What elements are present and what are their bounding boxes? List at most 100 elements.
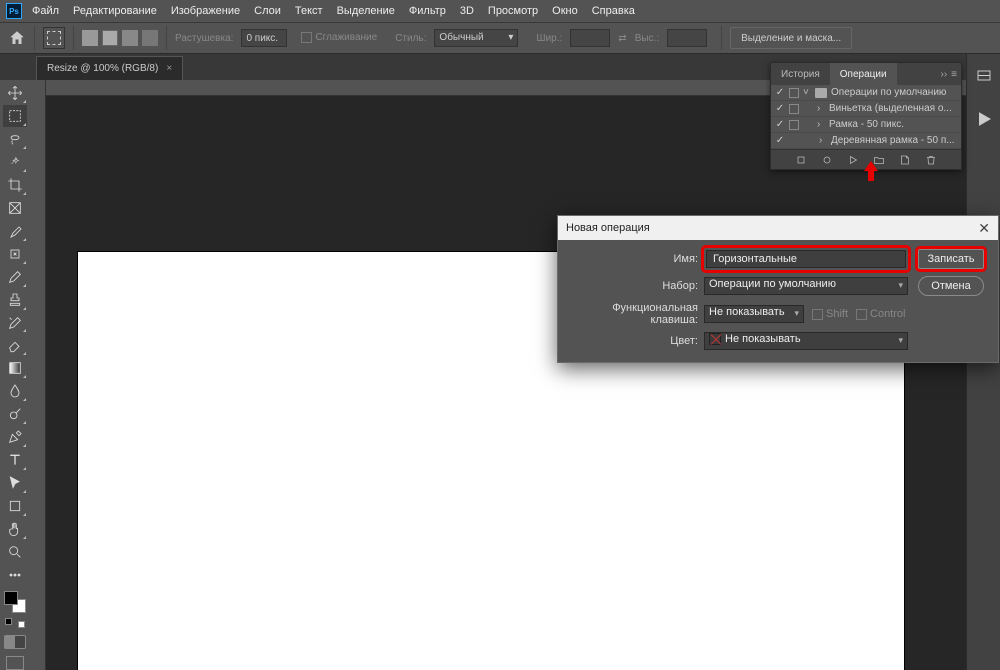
antialias-checkbox[interactable]: [301, 32, 312, 43]
panel-icon-1[interactable]: [975, 68, 993, 86]
tool-eraser[interactable]: [3, 334, 27, 356]
annotation-arrow: [864, 161, 878, 181]
new-action-icon[interactable]: [899, 154, 911, 166]
tool-brush[interactable]: [3, 266, 27, 288]
document-tab[interactable]: Resize @ 100% (RGB/8) ×: [36, 56, 183, 80]
tool-hand[interactable]: [3, 518, 27, 540]
action-row[interactable]: ✓ › Виньетка (выделенная о...: [771, 101, 961, 117]
menu-window[interactable]: Окно: [552, 5, 578, 17]
selection-mode-icons[interactable]: [82, 30, 158, 46]
tool-lasso[interactable]: [3, 128, 27, 150]
tool-stamp[interactable]: [3, 289, 27, 311]
no-color-icon: [709, 333, 721, 345]
style-select[interactable]: Обычный▾: [434, 29, 518, 47]
antialias-label: Сглаживание: [315, 33, 377, 44]
fnkey-select[interactable]: Не показывать: [704, 305, 804, 323]
tool-move[interactable]: [3, 82, 27, 104]
tool-preset[interactable]: [43, 27, 65, 49]
sel-new-icon[interactable]: [82, 30, 98, 46]
tool-shape[interactable]: [3, 495, 27, 517]
tool-type[interactable]: [3, 449, 27, 471]
close-tab-icon[interactable]: ×: [166, 63, 172, 74]
width-input: [570, 29, 610, 47]
menu-file[interactable]: Файл: [32, 5, 59, 17]
record-icon[interactable]: [821, 154, 833, 166]
action-row[interactable]: ✓ › Рамка - 50 пикс.: [771, 117, 961, 133]
sel-sub-icon[interactable]: [122, 30, 138, 46]
tool-eyedropper[interactable]: [3, 220, 27, 242]
tool-history-brush[interactable]: [3, 312, 27, 334]
feather-input[interactable]: [241, 29, 287, 47]
document-tab-title: Resize @ 100% (RGB/8): [47, 63, 158, 74]
tool-more[interactable]: [3, 564, 27, 586]
actions-panel: История Операции ››≡ ✓ ˅ Операции по умо…: [770, 62, 962, 170]
tool-zoom[interactable]: [3, 541, 27, 563]
collapse-icon[interactable]: ››: [940, 69, 947, 80]
style-label: Стиль:: [395, 33, 426, 44]
expand-icon[interactable]: ˅: [803, 87, 811, 98]
new-action-dialog: Новая операция ✕ Имя: Записать Набор: Оп…: [557, 215, 999, 363]
close-icon[interactable]: ✕: [978, 220, 990, 237]
tool-gradient[interactable]: [3, 357, 27, 379]
options-bar: Растушевка: Сглаживание Стиль: Обычный▾ …: [0, 22, 1000, 54]
color-select[interactable]: Не показывать: [704, 332, 908, 350]
tool-pen[interactable]: [3, 426, 27, 448]
action-check-icon[interactable]: ✓: [775, 104, 785, 114]
trash-icon[interactable]: [925, 154, 937, 166]
tool-marquee[interactable]: [3, 105, 27, 127]
action-check-icon[interactable]: ✓: [775, 136, 785, 146]
play-icon[interactable]: [847, 154, 859, 166]
expand-icon[interactable]: ›: [819, 135, 827, 146]
height-input: [667, 29, 707, 47]
tool-frame[interactable]: [3, 197, 27, 219]
action-stop-icon[interactable]: [789, 120, 799, 130]
sel-int-icon[interactable]: [142, 30, 158, 46]
tool-heal[interactable]: [3, 243, 27, 265]
expand-icon[interactable]: ›: [817, 103, 825, 114]
home-icon[interactable]: [8, 29, 26, 47]
dialog-titlebar[interactable]: Новая операция ✕: [558, 216, 998, 240]
menu-filter[interactable]: Фильтр: [409, 5, 446, 17]
panel-icon-play[interactable]: [975, 110, 993, 128]
menu-help[interactable]: Справка: [592, 5, 635, 17]
menu-view[interactable]: Просмотр: [488, 5, 538, 17]
record-button[interactable]: Записать: [918, 249, 984, 269]
action-stop-icon[interactable]: [789, 104, 799, 114]
tab-actions[interactable]: Операции: [830, 63, 897, 85]
name-input[interactable]: [706, 250, 906, 268]
tool-wand[interactable]: [3, 151, 27, 173]
menubar: Ps Файл Редактирование Изображение Слои …: [0, 0, 1000, 22]
action-check-icon[interactable]: ✓: [775, 120, 785, 130]
tool-crop[interactable]: [3, 174, 27, 196]
panel-menu-icon[interactable]: ≡: [951, 69, 957, 80]
control-checkbox: [856, 309, 867, 320]
tool-path-select[interactable]: [3, 472, 27, 494]
tool-blur[interactable]: [3, 380, 27, 402]
select-and-mask-button[interactable]: Выделение и маска...: [730, 27, 852, 49]
sel-add-icon[interactable]: [102, 30, 118, 46]
action-row[interactable]: ✓ › Деревянная рамка - 50 п...: [771, 133, 961, 149]
swap-wh-icon[interactable]: ⇄: [618, 33, 626, 44]
set-select[interactable]: Операции по умолчанию: [704, 277, 908, 295]
menu-edit[interactable]: Редактирование: [73, 5, 157, 17]
expand-icon[interactable]: ›: [817, 119, 825, 130]
tab-history[interactable]: История: [771, 63, 830, 85]
tool-dodge[interactable]: [3, 403, 27, 425]
action-check-icon[interactable]: ✓: [775, 88, 785, 98]
stop-recording-icon[interactable]: [795, 154, 807, 166]
color-swatch[interactable]: [4, 591, 26, 613]
menu-select[interactable]: Выделение: [337, 5, 395, 17]
screenmode-icon[interactable]: [6, 656, 24, 670]
ruler-vertical: [30, 80, 46, 670]
action-stop-icon[interactable]: [789, 88, 799, 98]
menu-image[interactable]: Изображение: [171, 5, 240, 17]
menu-layers[interactable]: Слои: [254, 5, 281, 17]
action-row[interactable]: ✓ ˅ Операции по умолчанию: [771, 85, 961, 101]
foreground-color[interactable]: [4, 591, 18, 605]
cancel-button[interactable]: Отмена: [918, 276, 984, 296]
action-row-label: Деревянная рамка - 50 п...: [831, 135, 957, 146]
swap-colors-icon[interactable]: [5, 618, 25, 628]
menu-text[interactable]: Текст: [295, 5, 323, 17]
quickmask-icon[interactable]: [4, 635, 26, 649]
menu-3d[interactable]: 3D: [460, 5, 474, 17]
